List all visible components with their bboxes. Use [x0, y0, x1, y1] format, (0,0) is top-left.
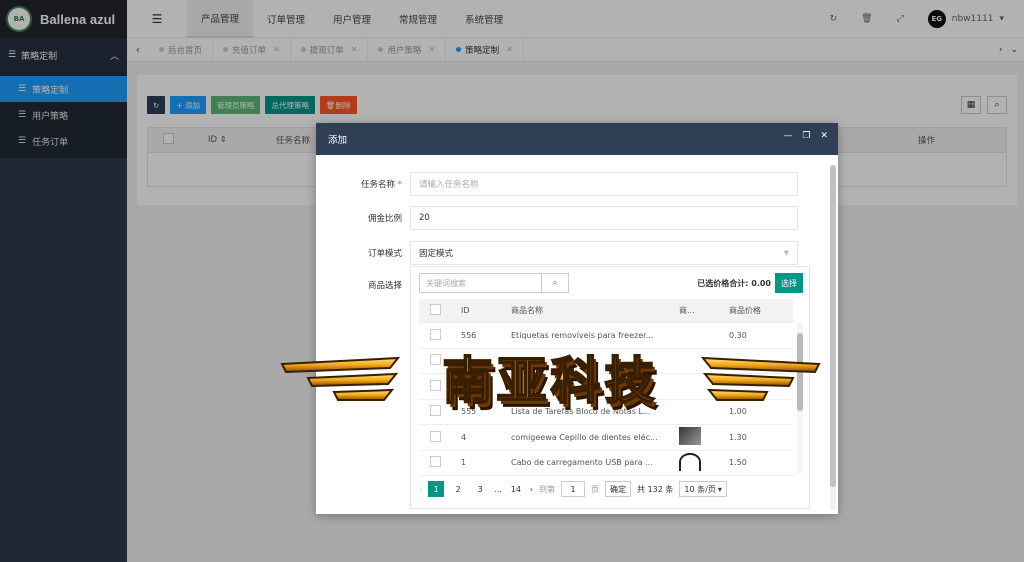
product-thumbnail: [679, 427, 701, 446]
page-14[interactable]: 14: [508, 481, 524, 497]
dialog-scrollbar[interactable]: [830, 165, 836, 510]
page-1[interactable]: 1: [428, 481, 445, 497]
maximize-icon[interactable]: ❐: [802, 131, 810, 141]
order-mode-value: 固定模式: [419, 249, 454, 259]
goto-label: 到第: [539, 484, 556, 494]
close-icon[interactable]: ✕: [820, 131, 828, 141]
row-checkbox[interactable]: [429, 430, 441, 442]
total-count: 共 132 条: [637, 484, 674, 494]
watermark-logo: 南亚科技: [278, 340, 823, 414]
order-mode-select[interactable]: 固定模式 ▼: [410, 241, 798, 265]
order-mode-label: 订单模式: [367, 249, 402, 259]
add-dialog: 添加 — ❐ ✕ 任务名称 * 请输入任务名称 佣金比例 20 订单模式 固定模…: [316, 123, 838, 514]
goods-row: 商品选择: [356, 279, 410, 291]
minimize-icon[interactable]: —: [783, 131, 792, 141]
search-icon[interactable]: ⌕: [542, 274, 568, 292]
selected-total: 已选价格合计: 0.00: [697, 279, 771, 288]
goto-page-input[interactable]: 1: [561, 481, 586, 497]
select-button[interactable]: 选择: [775, 273, 803, 293]
goto-confirm-button[interactable]: 确定: [605, 481, 632, 497]
page-2[interactable]: 2: [450, 481, 466, 497]
goods-search: 关键词搜索 ⌕: [419, 273, 569, 293]
prev-page-icon[interactable]: ‹: [419, 485, 422, 494]
goods-search-input[interactable]: 关键词搜索: [420, 274, 542, 292]
page-3[interactable]: 3: [472, 481, 488, 497]
task-name-row: 任务名称 * 请输入任务名称: [356, 172, 798, 196]
page-size-select[interactable]: 10 条/页 ▾: [679, 481, 727, 497]
next-page-icon[interactable]: ›: [530, 485, 533, 494]
col-id: ID: [461, 306, 470, 315]
caret-down-icon: ▾: [717, 484, 722, 494]
col-image: 商...: [679, 306, 695, 315]
col-price: 商品价格: [729, 306, 761, 315]
row-checkbox[interactable]: [429, 328, 441, 340]
product-thumbnail: [679, 452, 701, 471]
commission-row: 佣金比例 20: [356, 206, 798, 230]
commission-label: 佣金比例: [367, 214, 402, 224]
task-name-input[interactable]: 请输入任务名称: [410, 172, 798, 196]
goods-table-header: ID 商品名称 商... 商品价格: [419, 299, 793, 323]
table-row[interactable]: 4 comigeewa Cepillo de dientes eléc... 1…: [419, 425, 793, 451]
pagination: ‹ 1 2 3 ... 14 › 到第 1 页 确定 共 132 条 10 条/…: [419, 481, 727, 497]
select-all-checkbox[interactable]: [429, 304, 441, 315]
task-name-label: 任务名称: [361, 180, 396, 190]
caret-down-icon: ▼: [783, 249, 789, 257]
watermark-text: 南亚科技: [442, 351, 659, 411]
table-row[interactable]: 1 Cabo de carregamento USB para ... 1.50: [419, 451, 793, 476]
commission-input[interactable]: 20: [410, 206, 798, 230]
page-unit: 页: [591, 484, 600, 494]
order-mode-row: 订单模式 固定模式 ▼: [356, 241, 798, 265]
page-ellipsis: ...: [494, 484, 502, 494]
goods-label: 商品选择: [367, 281, 402, 291]
row-checkbox[interactable]: [429, 456, 441, 468]
dialog-title: 添加: [316, 123, 838, 155]
col-name: 商品名称: [511, 306, 543, 315]
